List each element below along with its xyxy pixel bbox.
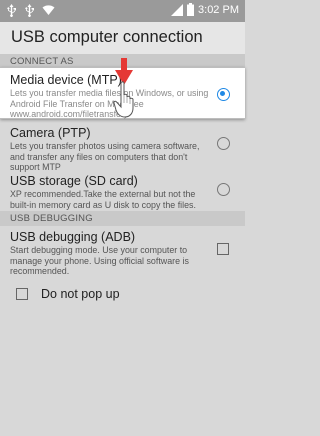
wifi-icon xyxy=(42,4,55,17)
usb-debugging-checkbox[interactable] xyxy=(217,243,229,255)
app-bar: USB computer connection xyxy=(0,22,245,54)
do-not-pop-up-checkbox[interactable] xyxy=(16,288,28,300)
storage-radio-button[interactable] xyxy=(217,183,230,196)
section-header-usb-debugging: USB DEBUGGING xyxy=(0,211,245,226)
option-description: Start debugging mode. Use your computer … xyxy=(10,245,189,277)
usb-icon xyxy=(24,4,35,17)
option-description: XP recommended.Take the external but not… xyxy=(10,189,196,210)
clock: 3:02 PM xyxy=(198,4,239,16)
option-label: Media device (MTP) xyxy=(10,73,122,87)
option-description: Lets you transfer photos using camera so… xyxy=(10,141,200,173)
mtp-radio-button[interactable] xyxy=(217,88,230,101)
do-not-pop-up-label: Do not pop up xyxy=(41,287,120,301)
signal-icon xyxy=(171,3,184,16)
page-title: USB computer connection xyxy=(11,28,203,46)
clock-ampm: PM xyxy=(222,3,240,16)
option-label: USB storage (SD card) xyxy=(10,174,138,188)
option-camera-ptp[interactable]: Camera (PTP) Lets you transfer photos us… xyxy=(0,121,245,173)
tapping-hand-icon xyxy=(113,81,137,124)
status-right: 3:02 PM xyxy=(171,3,239,16)
option-do-not-pop-up[interactable]: Do not pop up xyxy=(0,280,245,308)
status-left-icons xyxy=(6,4,55,17)
option-label: Camera (PTP) xyxy=(10,126,91,140)
usb-icon xyxy=(6,4,17,17)
ptp-radio-button[interactable] xyxy=(217,137,230,150)
battery-icon xyxy=(187,3,195,16)
status-bar: 3:02 PM xyxy=(0,0,245,22)
option-usb-storage[interactable]: USB storage (SD card) XP recommended.Tak… xyxy=(0,170,245,210)
clock-time: 3:02 xyxy=(198,3,220,16)
option-usb-debugging[interactable]: USB debugging (ADB) Start debugging mode… xyxy=(0,226,245,277)
option-label: USB debugging (ADB) xyxy=(10,230,136,244)
option-description: Lets you transfer media files on Windows… xyxy=(10,88,209,120)
